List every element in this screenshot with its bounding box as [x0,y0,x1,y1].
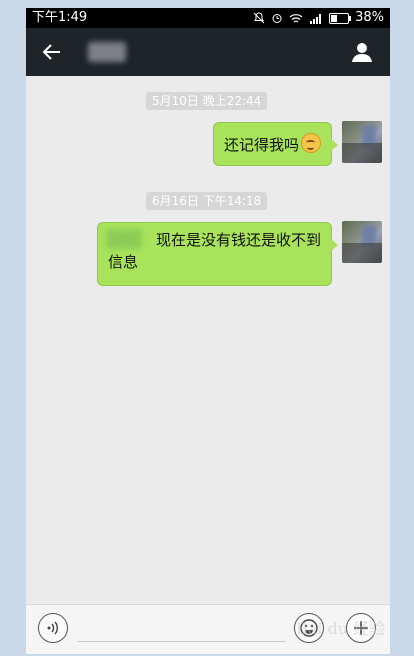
smiley-icon[interactable] [294,613,324,643]
smiling-face-icon [301,133,322,153]
mute-bell-icon [253,12,265,24]
chat-input-bar: Bai du 经验 [26,604,390,654]
message-bubble[interactable]: 现在是没有钱还是收不到信息 [97,222,338,286]
person-icon[interactable] [350,40,374,64]
message-timestamp: 6月16日 下午14:18 [146,192,268,210]
message-bubble[interactable]: 还记得我吗 [213,122,338,166]
contact-name-redacted [88,42,126,62]
plus-icon[interactable] [346,613,376,643]
status-icons: 38% [253,8,384,28]
battery-percent: 38% [355,10,384,25]
chat-header [26,28,390,76]
wifi-icon [289,13,303,24]
voice-wave-icon[interactable] [38,613,68,643]
avatar[interactable] [342,221,382,263]
message-timestamp: 5月10日 晚上22:44 [146,92,268,110]
alarm-icon [271,12,283,24]
signal-icon [309,13,323,24]
message-text: 还记得我吗 [224,136,300,154]
chat-screen: 下午1:49 38% 5月10日 晚上22:44 还记得我吗 6月16日 下午1… [26,8,390,654]
avatar[interactable] [342,121,382,163]
status-time: 下午1:49 [32,10,88,25]
battery-icon [329,12,352,24]
redacted-text [106,229,142,249]
back-arrow-icon[interactable] [40,40,64,64]
status-bar: 下午1:49 38% [26,8,390,28]
message-input[interactable] [78,641,286,642]
